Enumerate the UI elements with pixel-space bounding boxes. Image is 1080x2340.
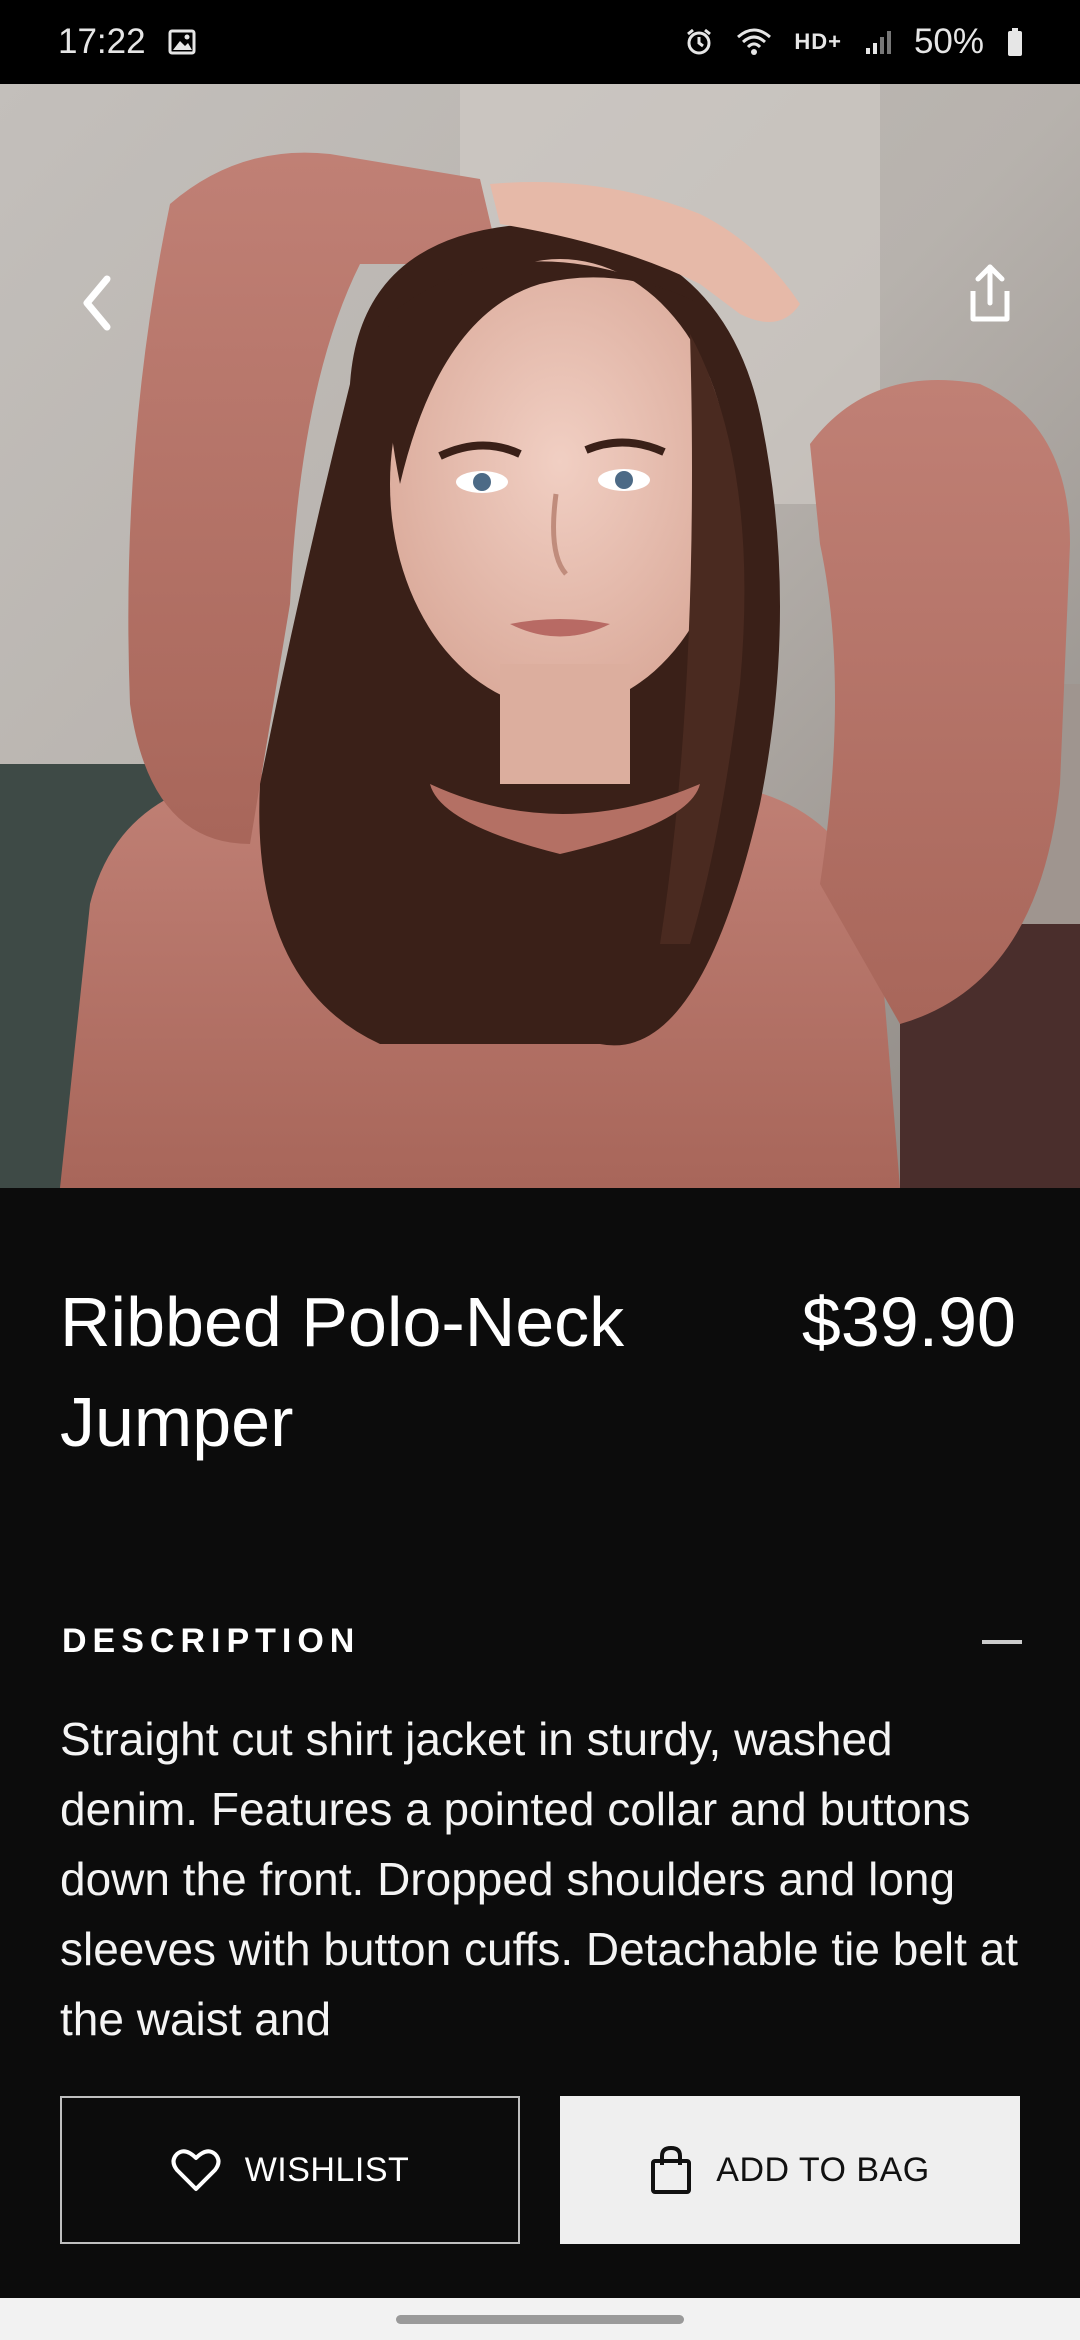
product-photo-illustration [0, 84, 1080, 1188]
heart-icon [171, 2149, 221, 2191]
home-indicator[interactable] [396, 2314, 684, 2324]
product-price: $39.90 [801, 1283, 1016, 1361]
navigation-bar [0, 2298, 1080, 2340]
wishlist-label: WISHLIST [244, 2150, 410, 2189]
description-text: Straight cut shirt jacket in sturdy, was… [60, 1713, 1019, 2044]
minus-icon[interactable] [982, 1639, 1022, 1644]
chevron-left-icon [83, 275, 111, 331]
description-label: DESCRIPTION [62, 1622, 361, 1660]
alarm-icon [684, 27, 714, 57]
network-type: HD+ [794, 29, 842, 54]
signal-icon [864, 28, 892, 56]
status-right: HD+ 50% [684, 22, 1024, 62]
product-photo[interactable] [0, 84, 1080, 1188]
status-bar: 17:22 HD+ 50% [0, 0, 1080, 84]
wishlist-button[interactable]: WISHLIST [60, 2096, 520, 2244]
product-title: Ribbed Polo-Neck Jumper [60, 1283, 625, 1461]
status-time: 17:22 [58, 22, 146, 61]
share-icon [970, 264, 1010, 322]
product-detail-screen: 17:22 HD+ 50% Ribbed Polo-Neck Jumper $3… [0, 0, 1080, 2340]
description-header[interactable]: DESCRIPTION [62, 1622, 1022, 1661]
status-left: 17:22 [58, 22, 196, 62]
add-to-bag-button[interactable]: ADD TO BAG [560, 2096, 1020, 2244]
image-icon [168, 29, 196, 55]
shopping-bag-icon [651, 2145, 692, 2194]
battery-percent: 50% [913, 22, 984, 61]
battery-icon [1006, 27, 1024, 57]
share-button[interactable] [945, 249, 1035, 339]
wifi-icon [736, 27, 772, 57]
back-button[interactable] [52, 258, 142, 348]
add-to-bag-label: ADD TO BAG [716, 2150, 930, 2189]
